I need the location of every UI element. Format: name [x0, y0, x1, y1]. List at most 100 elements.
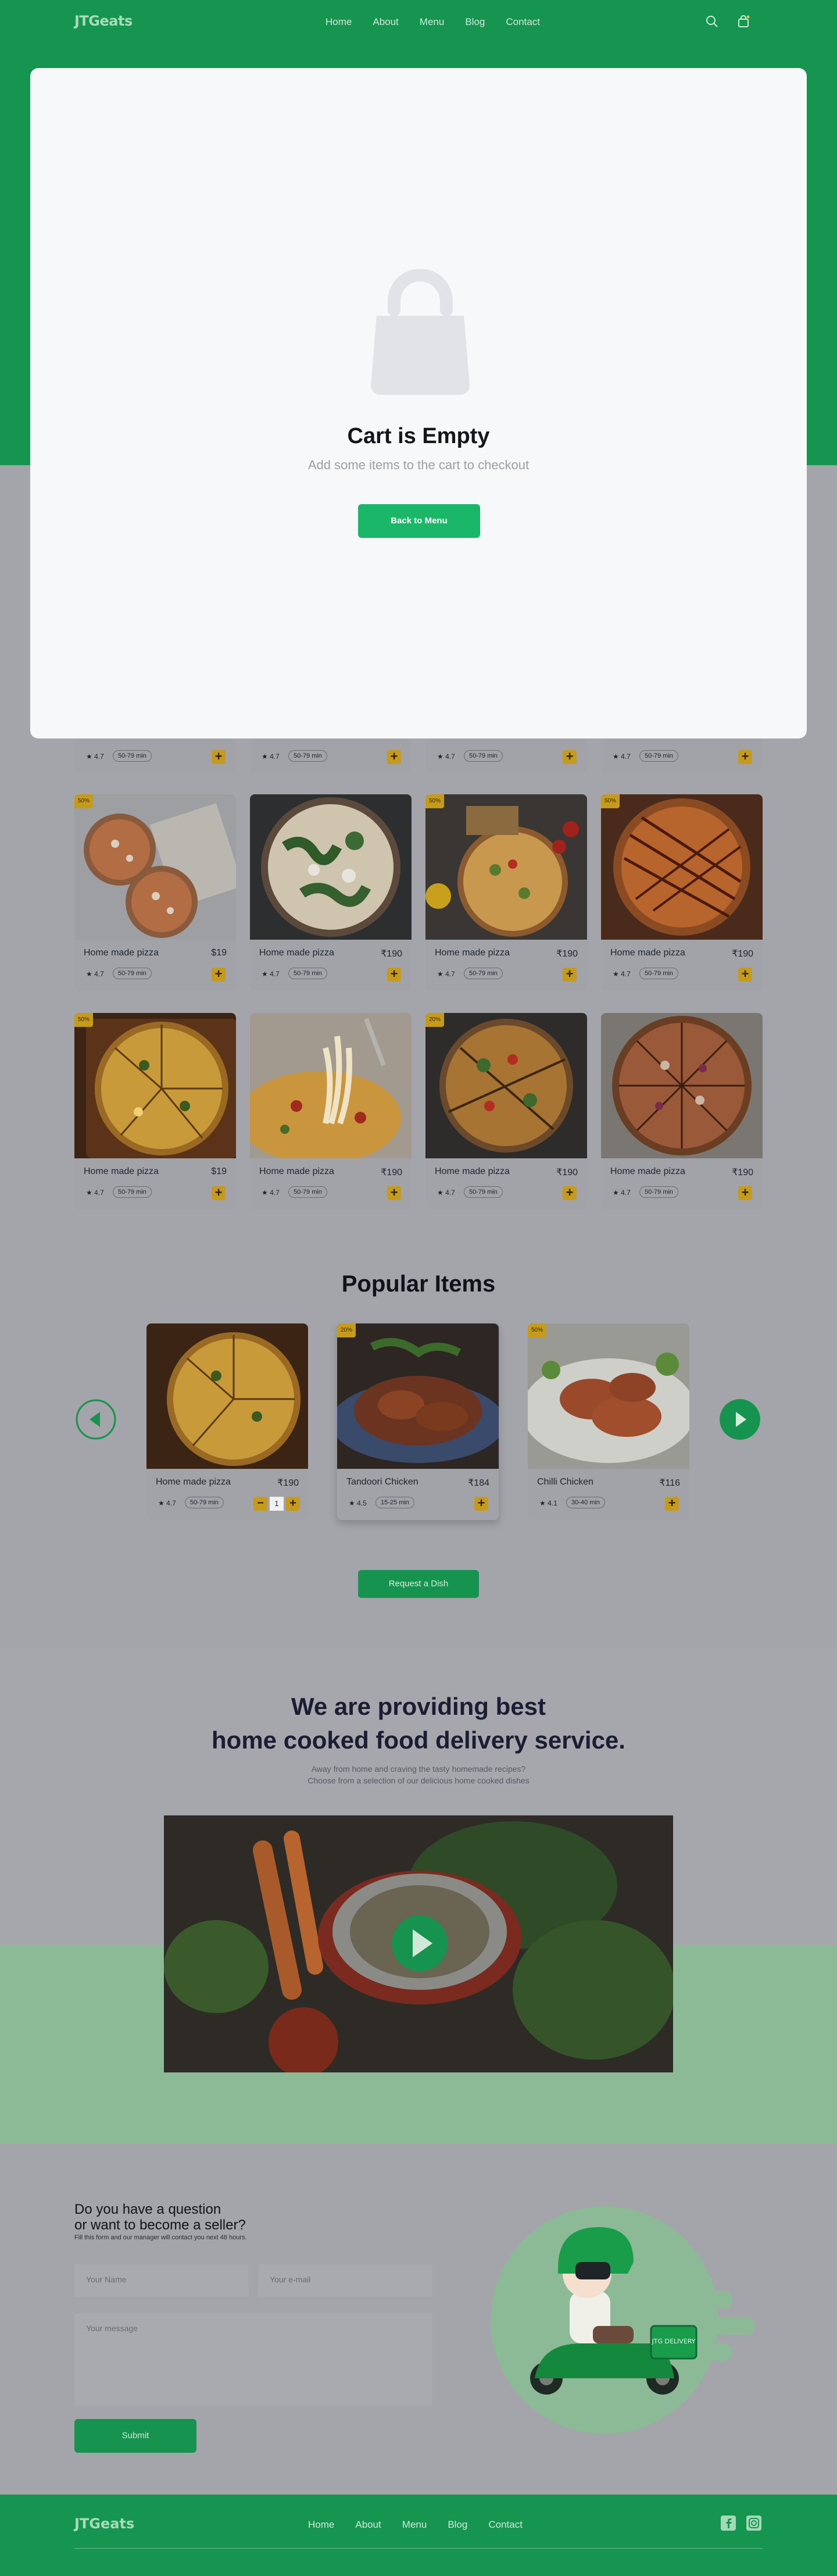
add-to-cart-button[interactable]: + [563, 968, 577, 982]
increment-button[interactable]: + [286, 1497, 300, 1511]
pizza-image [425, 794, 587, 940]
footer-link-about[interactable]: About [355, 2519, 381, 2531]
item-name: Tandoori Chicken [346, 1477, 419, 1487]
footer-divider [74, 2548, 763, 2549]
nav-blog[interactable]: Blog [465, 16, 485, 28]
add-to-cart-button[interactable]: + [212, 968, 226, 982]
star-icon: ★ [86, 1189, 92, 1197]
footer-link-home[interactable]: Home [308, 2519, 334, 2531]
menu-card[interactable]: 50% Home made pizza ₹190 ★ 4.7 50-79 min… [601, 794, 763, 991]
item-price: $19 [211, 948, 227, 958]
star-icon: ★ [613, 1189, 619, 1197]
discount-badge: 50% [74, 1013, 93, 1027]
add-to-cart-button[interactable]: + [665, 1497, 679, 1511]
submit-button[interactable]: Submit [74, 2419, 196, 2453]
footer-link-contact[interactable]: Contact [488, 2519, 523, 2531]
delivery-time: 50-79 min [185, 1497, 224, 1508]
footer-logo[interactable]: JTGeats [74, 2516, 134, 2532]
delivery-time: 50-79 min [464, 750, 503, 762]
search-icon[interactable] [704, 14, 720, 29]
add-to-cart-button[interactable]: + [474, 1497, 488, 1511]
instagram-icon[interactable] [746, 2516, 761, 2531]
menu-card[interactable]: Home made pizza ₹190 ★ 4.7 50-79 min + [250, 794, 412, 991]
item-name: Home made pizza [259, 948, 334, 958]
rating-value: 4.7 [621, 1189, 631, 1197]
popular-card[interactable]: 50% Chilli Chicken ₹116 ★ 4.1 30-40 min … [528, 1323, 689, 1520]
decrement-button[interactable]: − [253, 1497, 267, 1511]
item-price: ₹190 [277, 1478, 299, 1488]
star-icon: ★ [437, 970, 443, 978]
shopping-bag-icon[interactable] [736, 14, 751, 29]
menu-card[interactable]: 50% Home made pizza ₹190 ★ 4.7 50-79 min… [425, 794, 587, 991]
popular-card[interactable]: Home made pizza ₹190 ★ 4.7 50-79 min − 1… [146, 1323, 308, 1520]
video-player[interactable] [164, 1815, 673, 2072]
footer-link-blog[interactable]: Blog [448, 2519, 467, 2531]
add-to-cart-button[interactable]: + [563, 1186, 577, 1200]
star-icon: ★ [86, 970, 92, 978]
add-to-cart-button[interactable]: + [738, 968, 752, 982]
request-dish-button[interactable]: Request a Dish [358, 1570, 479, 1598]
add-to-cart-button[interactable]: + [387, 750, 401, 764]
item-price: $19 [211, 1166, 227, 1176]
add-to-cart-button[interactable]: + [738, 1186, 752, 1200]
contact-title-line1: Do you have a question [74, 2202, 221, 2217]
pizza-image [601, 1013, 763, 1158]
carousel-next-button[interactable] [720, 1399, 760, 1440]
facebook-icon[interactable] [721, 2516, 736, 2531]
rating-value: 4.7 [621, 970, 631, 978]
carousel-prev-button[interactable] [76, 1399, 116, 1440]
item-name: Home made pizza [259, 1166, 334, 1176]
menu-card[interactable]: 50% Home made pizza $19 ★ 4.7 50-79 min … [74, 794, 236, 991]
email-field[interactable]: Your e-mail [258, 2264, 432, 2297]
footer-link-menu[interactable]: Menu [402, 2519, 427, 2531]
item-price: ₹190 [556, 949, 578, 959]
contact-note: Fill this form and our manager will cont… [74, 2234, 247, 2241]
contact-title-line2: or want to become a seller? [74, 2217, 246, 2233]
add-to-cart-button[interactable]: + [212, 1186, 226, 1200]
item-price: ₹190 [381, 949, 402, 959]
footer: JTGeats Home About Menu Blog Contact [0, 2495, 837, 2576]
add-to-cart-button[interactable]: + [738, 750, 752, 764]
item-price: ₹190 [556, 1168, 578, 1178]
rating-value: 4.7 [445, 970, 455, 978]
menu-card[interactable]: Home made pizza ₹190 ★ 4.7 50-79 min + [250, 1013, 412, 1209]
discount-badge: 20% [425, 1013, 444, 1027]
logo[interactable]: JTGeats [74, 13, 133, 29]
item-name: Home made pizza [84, 948, 159, 958]
item-price: ₹190 [381, 1168, 402, 1178]
back-to-menu-button[interactable]: Back to Menu [358, 504, 480, 538]
delivery-time: 50-79 min [464, 968, 503, 979]
star-icon: ★ [262, 970, 268, 978]
add-to-cart-button[interactable]: + [387, 968, 401, 982]
nav-menu[interactable]: Menu [420, 16, 445, 28]
menu-card[interactable]: 20% Home made pizza ₹190 ★ 4.7 50-79 min… [425, 1013, 587, 1209]
item-price: ₹116 [659, 1478, 680, 1488]
delivery-time: 15-25 min [375, 1497, 414, 1508]
nav-about[interactable]: About [373, 16, 398, 28]
menu-card-peek: ★ 4.7 50-79 min + [74, 737, 236, 772]
name-field[interactable]: Your Name [74, 2264, 249, 2297]
popular-card[interactable]: 20% Tandoori Chicken ₹184 ★ 4.5 15-25 mi… [337, 1323, 499, 1520]
message-field[interactable]: Your message [74, 2313, 432, 2406]
add-to-cart-button[interactable]: + [212, 750, 226, 764]
service-title-line2: home cooked food delivery service. [212, 1726, 625, 1754]
top-nav: JTGeats Home About Menu Blog Contact [0, 0, 837, 45]
item-name: Home made pizza [610, 948, 685, 958]
add-to-cart-button[interactable]: + [387, 1186, 401, 1200]
chicken-image [337, 1323, 499, 1469]
rating-value: 4.7 [94, 1189, 104, 1197]
service-title-line1: We are providing best [291, 1693, 546, 1720]
rating-value: 4.5 [357, 1499, 367, 1507]
rating-value: 4.7 [94, 752, 104, 761]
quantity-value: 1 [270, 1497, 284, 1511]
delivery-illustration: JTG DELIVERY [491, 2206, 756, 2434]
nav-contact[interactable]: Contact [506, 16, 540, 28]
star-icon: ★ [158, 1499, 164, 1507]
nav-links: Home About Menu Blog Contact [326, 16, 561, 28]
menu-card-peek: ★ 4.7 50-79 min + [601, 737, 763, 772]
menu-card[interactable]: 50% Home made pizza $19 ★ 4.7 50-79 min … [74, 1013, 236, 1209]
add-to-cart-button[interactable]: + [563, 750, 577, 764]
menu-card[interactable]: Home made pizza ₹190 ★ 4.7 50-79 min + [601, 1013, 763, 1209]
nav-home[interactable]: Home [326, 16, 352, 28]
rating-value: 4.7 [621, 752, 631, 761]
